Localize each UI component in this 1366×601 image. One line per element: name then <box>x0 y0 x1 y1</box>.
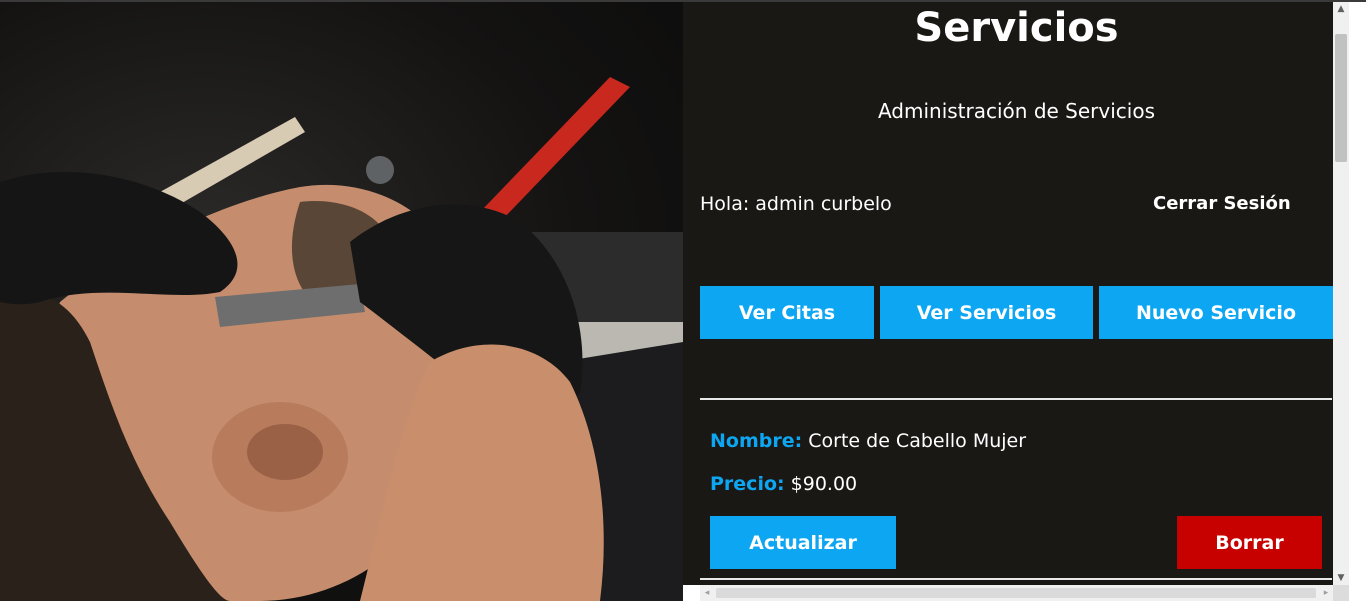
service-price-value: $90.00 <box>790 473 858 495</box>
user-greeting: Hola: admin curbelo <box>700 193 892 215</box>
service-price: Precio: $90.00 <box>710 471 857 497</box>
vertical-scrollbar[interactable]: ▲ ▼ <box>1333 2 1349 585</box>
horizontal-scrollbar[interactable]: ◂ ▸ <box>700 585 1333 601</box>
view-appointments-button[interactable]: Ver Citas <box>700 286 874 339</box>
scroll-down-icon[interactable]: ▼ <box>1333 571 1349 585</box>
vertical-scroll-thumb[interactable] <box>1335 34 1347 162</box>
delete-service-button[interactable]: Borrar <box>1177 516 1322 569</box>
update-service-button[interactable]: Actualizar <box>710 516 896 569</box>
service-name-label: Nombre: <box>710 430 803 452</box>
page-title: Servicios <box>914 5 1119 51</box>
section-divider <box>700 398 1332 400</box>
page-gutter <box>1349 2 1366 601</box>
admin-panel: Servicios Administración de Servicios Ho… <box>683 2 1333 585</box>
scroll-up-icon[interactable]: ▲ <box>1333 2 1349 16</box>
service-name: Nombre: Corte de Cabello Mujer <box>710 428 1026 454</box>
barber-photo-illustration <box>0 77 683 601</box>
view-services-button[interactable]: Ver Servicios <box>880 286 1093 339</box>
scroll-left-icon[interactable]: ◂ <box>700 585 714 601</box>
horizontal-scroll-thumb[interactable] <box>716 588 1316 598</box>
service-divider <box>700 578 1332 580</box>
logout-link[interactable]: Cerrar Sesión <box>1153 191 1291 217</box>
page-subtitle: Administración de Servicios <box>877 99 1156 123</box>
scroll-right-icon[interactable]: ▸ <box>1319 585 1333 601</box>
service-price-label: Precio: <box>710 473 785 495</box>
new-service-button[interactable]: Nuevo Servicio <box>1099 286 1333 339</box>
service-name-value: Corte de Cabello Mujer <box>808 430 1027 452</box>
scrollbar-corner <box>1333 585 1349 601</box>
hero-barber-image <box>0 2 683 601</box>
